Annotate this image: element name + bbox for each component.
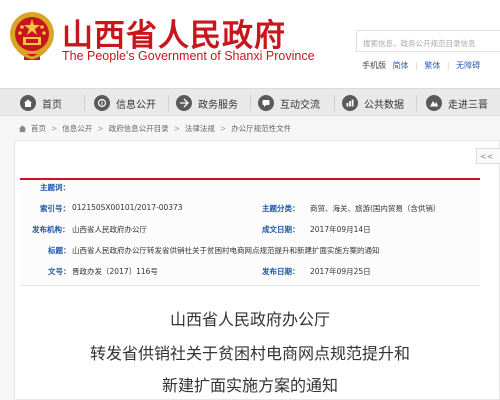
breadcrumb: 首页 > 信息公开 > 政府信息公开目录 > 法律法规 > 办公厅规范性文件	[18, 123, 291, 134]
org-value: 山西省人民政府办公厅	[72, 225, 147, 234]
created-date-label: 成文日期：	[262, 225, 300, 234]
metadata-row: 标题： 山西省人民政府办公厅转发省供销社关于贫困村电商网点规范提升和新建扩面实施…	[20, 245, 480, 266]
published-date-label: 发布日期：	[262, 267, 300, 276]
nav-divider	[168, 95, 169, 111]
breadcrumb-separator: >	[173, 124, 180, 133]
divider: |	[415, 61, 418, 70]
title-value: 山西省人民政府办公厅转发省供销社关于贫困村电商网点规范提升和新建扩面实施方案的通…	[72, 246, 380, 255]
nav-item-data[interactable]: 公共数据	[342, 89, 404, 117]
collapse-label: <<	[480, 152, 494, 161]
nav-label: 首页	[42, 99, 62, 111]
nav-label: 政务服务	[198, 99, 238, 111]
traditional-chinese-link[interactable]: 繁体	[424, 61, 440, 70]
breadcrumb-item[interactable]: 法律法规	[185, 123, 215, 134]
index-value: 012150SX00101/2017-00373	[72, 203, 183, 212]
chat-icon	[258, 95, 274, 111]
org-label: 发布机构：	[32, 225, 70, 234]
published-date-value: 2017年09月25日	[310, 267, 371, 276]
nav-item-home[interactable]: 首页	[20, 89, 62, 117]
nav-item-tour[interactable]: 走进三晋	[426, 89, 488, 117]
home-icon	[20, 95, 36, 111]
info-icon	[94, 95, 110, 111]
nav-item-info[interactable]: 信息公开	[94, 89, 156, 117]
doc-number-value: 晋政办发〔2017〕116号	[72, 267, 158, 276]
nav-label: 信息公开	[116, 99, 156, 111]
service-icon	[176, 95, 192, 111]
breadcrumb-item[interactable]: 办公厅规范性文件	[231, 123, 291, 134]
nav-divider	[84, 95, 85, 111]
theme-label: 主题词：	[40, 183, 70, 192]
index-label: 索引号：	[40, 204, 70, 213]
national-emblem-logo[interactable]	[8, 8, 56, 64]
home-icon	[18, 125, 27, 133]
data-icon	[342, 95, 358, 111]
metadata-row: 文号： 晋政办发〔2017〕116号 发布日期： 2017年09月25日	[20, 266, 480, 287]
breadcrumb-separator: >	[219, 124, 227, 133]
document-title-line: 转发省供销社关于贫困村电商网点规范提升和	[89, 344, 410, 363]
breadcrumb-item[interactable]: 政府信息公开目录	[109, 123, 169, 134]
site-header: 山西省人民政府 The People's Government of Shanx…	[0, 0, 500, 88]
site-subtitle-en: The People's Government of Shanxi Provin…	[62, 49, 315, 63]
nav-item-service[interactable]: 政务服务	[176, 89, 238, 117]
main-nav: 首页 信息公开 政务服务 互动交流 公共数据 走进三晋	[0, 88, 500, 116]
topic-value: 商贸、海关、旅游(国内贸易（含供销）	[310, 204, 441, 213]
mobile-version-link[interactable]: 手机版	[362, 61, 386, 70]
metadata-row: 主题词：	[20, 182, 480, 203]
breadcrumb-item[interactable]: 首页	[31, 123, 46, 134]
nav-label: 公共数据	[364, 99, 404, 111]
breadcrumb-item[interactable]: 信息公开	[62, 123, 92, 134]
breadcrumb-separator: >	[97, 124, 104, 133]
title-label: 标题：	[48, 246, 71, 255]
document-title-line: 山西省人民政府办公厅	[169, 310, 330, 329]
metadata-row: 发布机构： 山西省人民政府办公厅 成文日期： 2017年09月14日	[20, 224, 480, 245]
breadcrumb-separator: >	[51, 124, 58, 133]
search-input[interactable]	[357, 33, 500, 54]
simplified-chinese-link[interactable]: 简体	[393, 61, 409, 70]
metadata-row: 索引号： 012150SX00101/2017-00373 主题分类： 商贸、海…	[20, 203, 480, 224]
accessibility-link[interactable]: 无障碍	[456, 61, 480, 70]
tour-icon	[426, 95, 442, 111]
nav-label: 走进三晋	[448, 99, 488, 111]
nav-item-interaction[interactable]: 互动交流	[258, 89, 320, 117]
nav-divider	[334, 95, 335, 111]
topic-label: 主题分类：	[262, 204, 300, 213]
document-title-line: 新建扩面实施方案的通知	[161, 376, 338, 395]
nav-label: 互动交流	[280, 99, 320, 111]
doc-number-label: 文号：	[48, 267, 71, 276]
search-box	[356, 30, 500, 54]
created-date-value: 2017年09月14日	[310, 225, 371, 234]
nav-divider	[416, 95, 417, 111]
language-bar: 手机版 简体 | 繁体 | 无障碍	[362, 60, 484, 71]
document-metadata: 主题词： 索引号： 012150SX00101/2017-00373 主题分类：…	[20, 178, 480, 286]
nav-divider	[250, 95, 251, 111]
divider: |	[446, 61, 450, 70]
